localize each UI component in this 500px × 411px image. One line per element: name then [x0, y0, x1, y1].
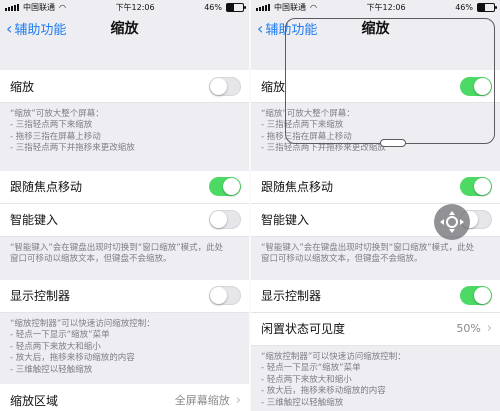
battery-label: 46% [204, 2, 222, 12]
note-line: 窗口可移动以缩放文本，但键盘不会缩放。 [10, 254, 172, 265]
smart-typing-label: 智能键入 [261, 213, 310, 228]
zoom-window-handle[interactable] [380, 139, 406, 147]
show-controller-toggle[interactable] [209, 286, 241, 306]
smart-typing-row: 智能键入 [0, 203, 249, 237]
idle-visibility-value: 50% [456, 322, 481, 336]
chevron-left-icon: ‹ [6, 18, 13, 38]
chevron-right-icon: › [486, 321, 492, 337]
smart-typing-note: “智能键入”会在键盘出现时切换到“窗口缩放”模式，此处 窗口可移动以缩放文本，但键… [0, 237, 249, 274]
note-line: - 三指轻点两下来缩放 [10, 120, 93, 131]
chevron-right-icon: › [235, 392, 241, 408]
note-line: - 三维触控以轻触缩放 [261, 397, 344, 408]
zoom-row: 缩放 [0, 70, 249, 103]
show-controller-label: 显示控制器 [261, 289, 322, 304]
show-controller-toggle[interactable] [460, 286, 492, 306]
follow-focus-toggle[interactable] [209, 177, 241, 197]
note-line: “缩放控制器”可以快速访问缩放控制： [261, 351, 406, 362]
note-line: “智能键入”会在键盘出现时切换到“窗口缩放”模式，此处 [261, 242, 475, 253]
zoom-window[interactable] [285, 18, 495, 147]
follow-focus-label: 跟随焦点移动 [261, 180, 334, 195]
zoom-controller-icon[interactable] [434, 204, 470, 240]
zoom-label: 缩放 [261, 79, 286, 94]
follow-focus-label: 跟随焦点移动 [10, 180, 83, 195]
note-line: - 轻点两下来放大和缩小 [10, 341, 101, 352]
idle-visibility-label: 闲置状态可见度 [261, 322, 346, 337]
zoom-region-row[interactable]: 缩放区域 全屏幕缩放 › [0, 384, 249, 411]
status-bar: 中国联通 ◠ 下午12:06 46% [0, 0, 249, 14]
battery-icon [225, 2, 246, 12]
left-screen: 中国联通 ◠ 下午12:06 46% ‹ 辅助功能 缩放 缩放 “缩放”可放大整个… [0, 0, 249, 411]
smart-typing-label: 智能键入 [10, 213, 59, 228]
smart-typing-toggle[interactable] [209, 210, 241, 230]
note-line: - 放大后，拖移来移动缩放的内容 [10, 353, 135, 364]
time-label: 下午12:06 [115, 2, 155, 12]
note-line: - 三指轻点两下并拖移来更改缩放 [10, 143, 135, 154]
controller-note: “缩放控制器”可以快速访问缩放控制： - 轻点一下显示“缩放”菜单 - 轻点两下来放… [0, 313, 249, 384]
follow-focus-row: 跟随焦点移动 [0, 170, 249, 204]
note-line: “智能键入”会在键盘出现时切换到“窗口缩放”模式，此处 [10, 242, 224, 253]
signal-icon [256, 3, 270, 11]
battery-label: 46% [455, 2, 473, 12]
note-line: - 轻点一下显示“缩放”菜单 [261, 363, 361, 374]
status-bar: 中国联通 ◠ 下午12:06 46% [251, 0, 500, 14]
chevron-left-icon: ‹ [257, 18, 264, 38]
right-screen: 中国联通 ◠ 下午12:06 46% ‹ 辅助功能 缩放 缩放 “缩放”可放大整个… [251, 0, 500, 411]
note-line: - 轻点一下显示“缩放”菜单 [10, 330, 110, 341]
back-button[interactable]: ‹ 辅助功能 [0, 19, 66, 38]
note-line: 窗口可移动以缩放文本，但键盘不会缩放。 [261, 254, 423, 265]
zoom-note: “缩放”可放大整个屏幕： - 三指轻点两下来缩放 - 拖移三指在屏幕上移动 - 三指轻… [0, 103, 249, 163]
battery-icon [476, 2, 497, 12]
smart-typing-note: “智能键入”会在键盘出现时切换到“窗口缩放”模式，此处 窗口可移动以缩放文本，但键… [251, 237, 500, 274]
note-line: - 三维触控以轻触缩放 [10, 364, 93, 375]
follow-focus-row: 跟随焦点移动 [251, 170, 500, 204]
show-controller-label: 显示控制器 [10, 289, 71, 304]
idle-visibility-row[interactable]: 闲置状态可见度 50% › [251, 312, 500, 346]
signal-icon [5, 3, 19, 11]
note-line: “缩放控制器”可以快速访问缩放控制： [10, 318, 155, 329]
time-label: 下午12:06 [366, 2, 406, 12]
wifi-icon: ◠ [59, 2, 66, 12]
note-line: - 三指轻点两下并拖移来更改缩放 [261, 143, 386, 154]
nav-bar: ‹ 辅助功能 缩放 [0, 14, 249, 42]
wifi-icon: ◠ [310, 2, 317, 12]
zoom-region-label: 缩放区域 [10, 393, 59, 408]
show-controller-row: 显示控制器 [251, 279, 500, 313]
follow-focus-toggle[interactable] [460, 177, 492, 197]
carrier-label: 中国联通 [274, 2, 306, 12]
zoom-toggle[interactable] [209, 76, 241, 96]
show-controller-row: 显示控制器 [0, 279, 249, 313]
zoom-region-value: 全屏幕缩放 [174, 394, 230, 408]
note-line: “缩放”可放大整个屏幕： [10, 109, 104, 119]
note-line: - 放大后，拖移来移动缩放的内容 [261, 386, 386, 397]
note-line: - 轻点两下来放大和缩小 [261, 374, 352, 385]
note-line: - 拖移三指在屏幕上移动 [10, 131, 101, 142]
zoom-label: 缩放 [10, 79, 35, 94]
controller-note: “缩放控制器”可以快速访问缩放控制： - 轻点一下显示“缩放”菜单 - 轻点两下来放… [251, 346, 500, 411]
carrier-label: 中国联通 [23, 2, 55, 12]
